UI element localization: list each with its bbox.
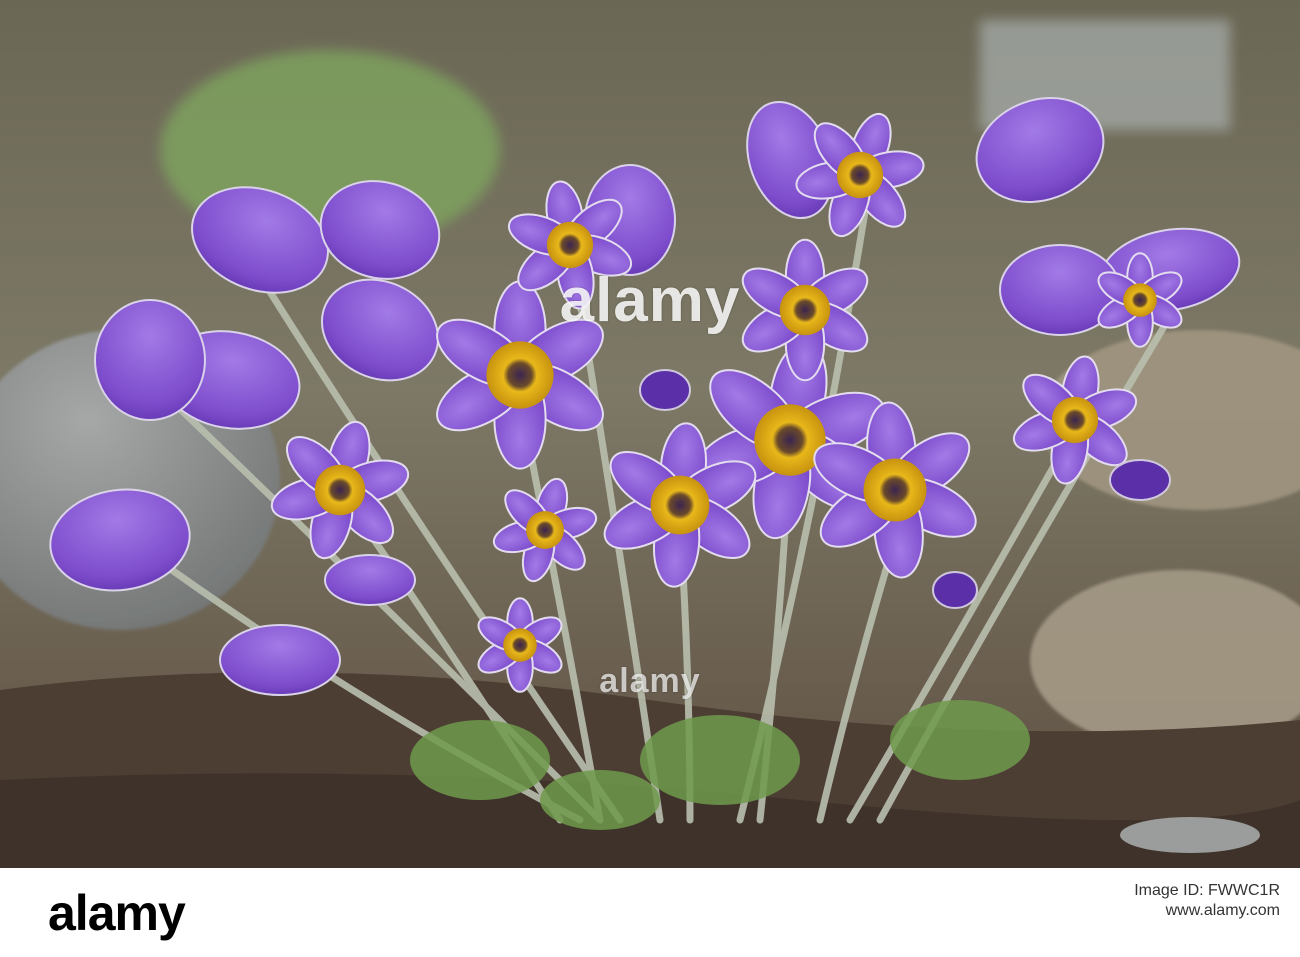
image-meta: Image ID: FWWC1R www.alamy.com	[1134, 882, 1280, 920]
pasque-flower-photo: alamy alamy	[0, 0, 1300, 868]
stock-photo-page: alamy alamy alamy Image ID: FWWC1R www.a…	[0, 0, 1300, 957]
site-url[interactable]: www.alamy.com	[1134, 902, 1280, 920]
alamy-logo[interactable]: alamy	[48, 886, 186, 940]
footer-bar: alamy Image ID: FWWC1R www.alamy.com	[0, 868, 1300, 957]
photo-illustration	[0, 0, 1300, 868]
image-id-label: Image ID: FWWC1R	[1134, 882, 1280, 899]
